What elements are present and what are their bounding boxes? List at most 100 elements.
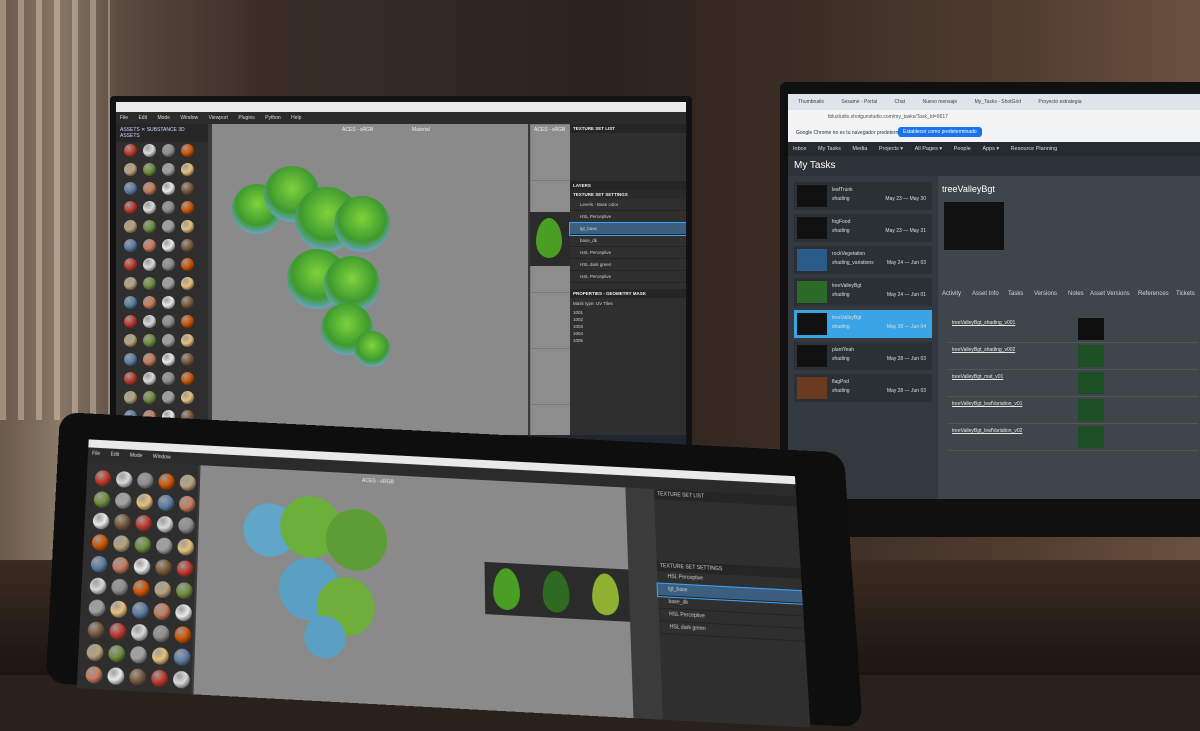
material-swatch[interactable] xyxy=(92,512,110,530)
nav-all-pages[interactable]: All Pages ▾ xyxy=(915,146,943,152)
browser-tab[interactable]: My_Tasks - ShotGrid xyxy=(975,99,1021,105)
version-name[interactable]: treeValleyBgt_shading_v001 xyxy=(952,320,1015,326)
tab-tasks[interactable]: Tasks xyxy=(1008,291,1023,297)
material-swatch[interactable] xyxy=(143,220,156,233)
browser-tab[interactable]: Sesame - Portal xyxy=(841,99,877,105)
material-swatch[interactable] xyxy=(94,469,112,487)
layer-row[interactable]: HSL Perceptive xyxy=(570,271,686,283)
material-swatch[interactable] xyxy=(181,353,194,366)
material-swatch[interactable] xyxy=(130,623,149,642)
menu-mode[interactable]: Mode xyxy=(157,115,170,121)
menu-file[interactable]: File xyxy=(92,451,100,457)
material-swatch[interactable] xyxy=(124,334,137,347)
task-card[interactable]: leafTrunk shading May 23 — May 30 xyxy=(794,182,932,210)
material-swatch[interactable] xyxy=(162,220,175,233)
view-mode-label[interactable]: Material xyxy=(412,127,430,133)
nav-people[interactable]: People xyxy=(954,146,971,152)
table-row[interactable]: treeValleyBgt_mat_v01 xyxy=(948,370,1198,397)
material-swatch[interactable] xyxy=(109,622,127,641)
layer-row[interactable]: Levels - Base color xyxy=(570,199,686,211)
material-swatch[interactable] xyxy=(181,277,194,290)
version-name[interactable]: treeValleyBgt_mat_v01 xyxy=(952,374,1003,380)
material-swatch[interactable] xyxy=(87,621,105,640)
material-swatch[interactable] xyxy=(181,201,194,214)
material-swatch[interactable] xyxy=(86,643,104,662)
material-swatch[interactable] xyxy=(162,296,175,309)
material-swatch[interactable] xyxy=(111,578,129,597)
tab-notes[interactable]: Notes xyxy=(1068,291,1084,297)
material-swatch[interactable] xyxy=(162,163,175,176)
table-row[interactable]: treeValleyBgt_shading_v002 xyxy=(948,343,1198,370)
material-swatch[interactable] xyxy=(178,495,196,513)
2d-color-profile[interactable]: ACES - sRGB xyxy=(534,127,565,133)
material-swatch[interactable] xyxy=(124,182,137,195)
material-swatch[interactable] xyxy=(143,182,156,195)
nav-media[interactable]: Media xyxy=(852,146,867,152)
material-swatch[interactable] xyxy=(158,473,176,491)
material-swatch[interactable] xyxy=(124,258,137,271)
menu-plugins[interactable]: Plugins xyxy=(238,115,254,121)
material-swatch[interactable] xyxy=(181,182,194,195)
address-bar[interactable]: tblustudio.shotgunstudio.com/my_tasks/Ta… xyxy=(788,110,1200,124)
material-swatch[interactable] xyxy=(157,494,175,512)
version-name[interactable]: treeValleyBgt_leafVariation_v02 xyxy=(952,428,1022,434)
material-swatch[interactable] xyxy=(134,536,152,554)
material-swatch[interactable] xyxy=(178,516,195,535)
material-swatch[interactable] xyxy=(124,296,137,309)
menu-mode[interactable]: Mode xyxy=(130,453,143,460)
material-swatch[interactable] xyxy=(181,239,194,252)
material-swatch[interactable] xyxy=(177,538,195,556)
tablet-color-profile[interactable]: ACES - sRGB xyxy=(362,478,394,486)
material-swatch[interactable] xyxy=(132,579,150,598)
material-swatch[interactable] xyxy=(162,391,175,404)
material-swatch[interactable] xyxy=(172,670,191,689)
material-swatch[interactable] xyxy=(124,353,137,366)
table-row[interactable]: treeValleyBgt_leafVariation_v02 xyxy=(948,424,1198,451)
material-swatch[interactable] xyxy=(136,493,154,511)
uv-tile[interactable]: 1002 xyxy=(570,316,686,323)
menu-viewport[interactable]: Viewport xyxy=(209,115,228,121)
material-swatch[interactable] xyxy=(143,144,156,157)
material-swatch[interactable] xyxy=(143,296,156,309)
layer-row[interactable]: HSL Perceptive xyxy=(570,247,686,259)
browser-tab[interactable]: Proyecto estrategia xyxy=(1038,99,1081,105)
material-swatch[interactable] xyxy=(156,515,174,534)
material-swatch[interactable] xyxy=(162,201,175,214)
uv-tile[interactable]: 1005 xyxy=(570,337,686,344)
material-swatch[interactable] xyxy=(162,353,175,366)
url-text[interactable]: tblustudio.shotgunstudio.com/my_tasks/Ta… xyxy=(828,114,948,120)
menu-edit[interactable]: Edit xyxy=(138,115,147,121)
browser-tab[interactable]: Thumbnails xyxy=(798,99,824,105)
menu-edit[interactable]: Edit xyxy=(110,452,119,458)
material-swatch[interactable] xyxy=(131,601,149,620)
mask-type[interactable]: Mask type: UV Tiles xyxy=(570,298,686,309)
material-swatch[interactable] xyxy=(129,668,147,687)
material-swatch[interactable] xyxy=(181,258,194,271)
material-swatch[interactable] xyxy=(175,603,193,622)
material-swatch[interactable] xyxy=(181,334,194,347)
material-swatch[interactable] xyxy=(124,220,137,233)
material-swatch[interactable] xyxy=(143,334,156,347)
material-swatch[interactable] xyxy=(88,599,106,617)
layer-row[interactable]: base_dk xyxy=(570,235,686,247)
task-card[interactable]: plantYeah shading May 28 — Jun 03 xyxy=(794,342,932,370)
material-swatch[interactable] xyxy=(162,277,175,290)
material-swatch[interactable] xyxy=(143,163,156,176)
material-swatch[interactable] xyxy=(133,557,151,576)
3d-viewport[interactable]: ACES - sRGB Material xyxy=(212,124,528,445)
uv-tile[interactable]: 1001 xyxy=(570,309,686,316)
material-swatch[interactable] xyxy=(181,315,194,328)
material-swatch[interactable] xyxy=(113,513,131,531)
tablet-viewport[interactable]: ACES - sRGB xyxy=(193,465,634,719)
material-swatch[interactable] xyxy=(162,334,175,347)
material-swatch[interactable] xyxy=(143,315,156,328)
material-swatch[interactable] xyxy=(152,624,170,643)
version-name[interactable]: treeValleyBgt_leafVariation_v01 xyxy=(952,401,1022,407)
material-swatch[interactable] xyxy=(181,296,194,309)
task-card-selected[interactable]: treeValleyBgt shading May 28 — Jun 04 xyxy=(794,310,932,338)
material-swatch[interactable] xyxy=(135,514,153,532)
uv-tile[interactable]: 1003 xyxy=(570,323,686,330)
nav-resource-planning[interactable]: Resource Planning xyxy=(1011,146,1057,152)
material-swatch[interactable] xyxy=(181,391,194,404)
version-name[interactable]: treeValleyBgt_shading_v002 xyxy=(952,347,1015,353)
